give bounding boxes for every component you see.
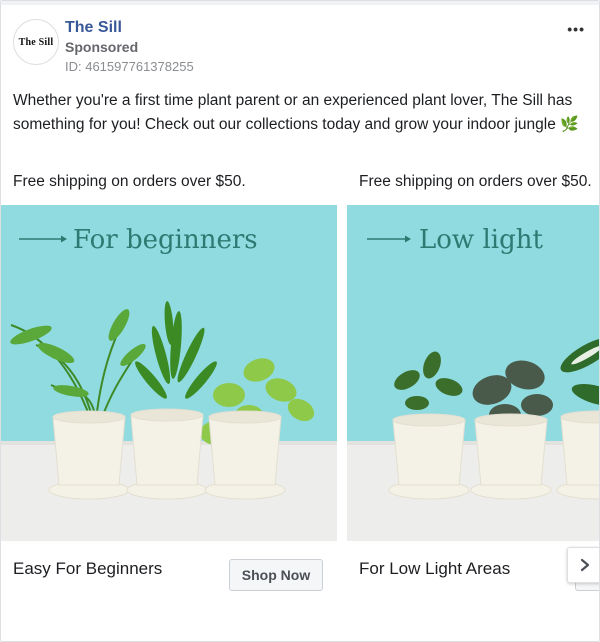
ad-header: The Sill The Sill Sponsored ID: 46159776… — [13, 19, 587, 77]
ad-id: ID: 461597761378255 — [65, 59, 194, 74]
card-image-beginners[interactable]: For beginners — [1, 205, 337, 541]
avatar-logo-text: The Sill — [18, 36, 54, 48]
ad-body-text: Whether you're a first time plant parent… — [13, 92, 573, 133]
ad-body: Whether you're a first time plant parent… — [13, 89, 593, 137]
top-divider — [1, 1, 599, 5]
herb-emoji: 🌿 — [560, 116, 579, 133]
sponsored-label: Sponsored — [65, 39, 139, 55]
carousel-next-button[interactable] — [567, 547, 599, 583]
page-name-link[interactable]: The Sill — [65, 19, 122, 37]
image-caption: For beginners — [73, 225, 258, 255]
card-title: Easy For Beginners — [13, 559, 163, 578]
ellipsis-icon[interactable]: ••• — [567, 21, 585, 37]
card-image-low-light[interactable]: Low light — [347, 205, 599, 541]
carousel-card-2[interactable]: Free shipping on orders over $50. Low li… — [347, 171, 599, 611]
shop-now-button[interactable]: Shop Now — [229, 559, 323, 591]
carousel-card-1[interactable]: Free shipping on orders over $50. For be… — [1, 171, 337, 611]
card-headline: Free shipping on orders over $50. — [359, 173, 592, 190]
card-headline: Free shipping on orders over $50. — [13, 173, 246, 190]
card-title: For Low Light Areas — [359, 559, 511, 578]
page-avatar[interactable]: The Sill — [13, 19, 59, 65]
carousel: Free shipping on orders over $50. For be… — [1, 171, 599, 641]
ad-card: The Sill The Sill Sponsored ID: 46159776… — [0, 0, 600, 642]
image-caption: Low light — [419, 225, 543, 255]
chevron-right-icon — [580, 558, 590, 572]
